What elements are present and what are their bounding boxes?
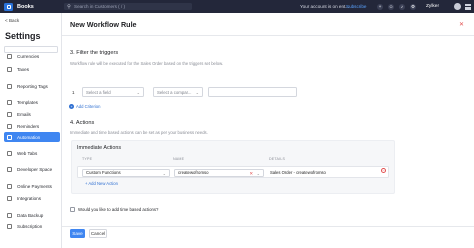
sidebar-item-label: Taxes [17, 66, 29, 72]
sidebar-item-online-payments[interactable]: Online Payments [4, 181, 60, 191]
sidebar-item-label: Web Tabs [17, 150, 38, 156]
reminder-icon [7, 123, 12, 129]
triggers-heading: 3. Filter the triggers [70, 50, 119, 56]
action-row: Custom Functions ⌄ createwofromso ✕ ⌄ Sa… [77, 166, 389, 178]
action-name-value: createwofromso [178, 170, 209, 175]
apps-grid-icon[interactable] [465, 3, 471, 10]
action-type-value: Custom Functions [86, 170, 121, 175]
sidebar-item-label: Reminders [17, 123, 40, 129]
sidebar-item-emails[interactable]: Emails [4, 109, 60, 119]
time-based-checkbox[interactable] [70, 207, 75, 212]
column-header-type: TYPE [82, 157, 93, 161]
sidebar-item-reporting-tags[interactable]: Reporting Tags [4, 81, 60, 91]
sidebar-item-data-backup[interactable]: Data Backup [4, 210, 60, 220]
chevron-down-icon: ⌄ [136, 90, 140, 95]
action-details: Sales Order - createwofromso [270, 170, 326, 175]
sidebar-item-label: Currencies [17, 53, 40, 59]
sidebar-item-label: Templates [17, 99, 38, 105]
integration-icon [7, 195, 12, 201]
sidebar-item-label: Emails [17, 111, 31, 117]
triggers-description: Workflow rule will be executed for the S… [70, 61, 224, 66]
divider [62, 35, 474, 36]
cancel-button[interactable]: Cancel [89, 229, 107, 238]
comparator-select[interactable]: Select a compar... ⌄ [153, 87, 203, 97]
actions-heading: 4. Actions [70, 120, 95, 126]
search-placeholder: Search in Customers ( / ) [74, 4, 126, 9]
workflow-editor: New Workflow Rule ✕ 3. Filter the trigge… [62, 13, 474, 248]
gear-icon[interactable]: ⚙ [410, 3, 416, 10]
add-criterion-button[interactable]: + Add Criterion [69, 104, 100, 109]
sidebar-item-label: Automation [17, 134, 41, 140]
sidebar-item-web-tabs[interactable]: Web Tabs [4, 148, 60, 158]
sidebar-item-label: Subscription [17, 223, 43, 229]
backup-icon [7, 212, 12, 218]
sidebar-item-label: Data Backup [17, 212, 44, 218]
sidebar-item-currencies[interactable]: Currencies [4, 51, 60, 61]
sidebar-item-label: Developer Space [17, 166, 53, 172]
plus-circle-icon: + [69, 104, 74, 109]
subscription-icon [7, 223, 12, 229]
tag-icon [7, 83, 12, 89]
comparator-select-placeholder: Select a compar... [157, 89, 192, 95]
field-select-placeholder: Select a field [86, 89, 111, 95]
field-select[interactable]: Select a field ⌄ [82, 87, 144, 97]
sidebar-item-taxes[interactable]: Taxes [4, 64, 60, 74]
sidebar-item-subscription[interactable]: Subscription [4, 221, 60, 231]
currency-icon [7, 53, 12, 59]
criterion-value-input[interactable] [208, 87, 297, 97]
avatar[interactable] [454, 3, 461, 10]
time-based-actions-option[interactable]: Would you like to add time based actions… [70, 207, 158, 212]
people-icon[interactable]: ☺ [388, 3, 394, 10]
criterion-number: 1 [72, 90, 75, 95]
chevron-down-icon: ⌄ [162, 171, 166, 176]
app-name: Books [17, 3, 34, 10]
sidebar-item-label: Reporting Tags [17, 83, 48, 89]
add-new-action-button[interactable]: + Add New Action [85, 181, 118, 186]
add-criterion-label: Add Criterion [76, 104, 101, 109]
column-header-details: DETAILS [269, 157, 286, 161]
close-icon[interactable]: ✕ [459, 21, 464, 28]
divider [62, 226, 474, 227]
books-logo-icon[interactable] [4, 2, 13, 11]
immediate-actions-title: Immediate Actions [77, 145, 122, 151]
payment-icon [7, 183, 12, 189]
code-icon [7, 166, 12, 172]
sidebar-item-developer-space[interactable]: Developer Space [4, 164, 60, 174]
action-type-select[interactable]: Custom Functions ⌄ [82, 168, 170, 177]
sidebar-item-reminders[interactable]: Reminders [4, 121, 60, 131]
chevron-down-icon: ⌄ [195, 90, 199, 95]
global-search-input[interactable]: ⚲ Search in Customers ( / ) [64, 3, 192, 10]
sidebar-item-integrations[interactable]: Integrations [4, 193, 60, 203]
add-icon[interactable]: + [377, 3, 383, 10]
save-button[interactable]: Save [70, 229, 85, 238]
search-icon: ⚲ [67, 3, 71, 10]
time-based-label: Would you like to add time based actions… [78, 207, 159, 212]
action-name-select[interactable]: createwofromso ✕ ⌄ [174, 168, 264, 177]
automation-icon [7, 134, 12, 140]
settings-sidebar: < Back Settings Currencies Taxes Reporti… [0, 13, 62, 248]
chevron-down-icon: ⌄ [256, 171, 260, 176]
clear-icon[interactable]: ✕ [249, 171, 253, 177]
actions-description: Immediate and time based actions can be … [70, 130, 208, 135]
subscribe-link[interactable]: Subscribe [346, 4, 366, 9]
trial-notice: Your account is on ent... [300, 4, 350, 9]
sidebar-item-templates[interactable]: Templates [4, 97, 60, 107]
page-title: New Workflow Rule [70, 20, 137, 29]
mail-icon [7, 111, 12, 117]
immediate-actions-panel: Immediate Actions TYPE NAME DETAILS Cust… [71, 140, 395, 194]
web-tab-icon [7, 150, 12, 156]
bell-icon[interactable]: ♪ [399, 3, 405, 10]
tax-icon [7, 66, 12, 72]
sidebar-item-label: Integrations [17, 195, 42, 201]
remove-action-icon[interactable]: − [381, 168, 386, 173]
column-header-name: NAME [173, 157, 185, 161]
back-link[interactable]: < Back [5, 18, 19, 23]
template-icon [7, 99, 12, 105]
org-name[interactable]: Zylker [426, 4, 439, 9]
sidebar-item-label: Online Payments [17, 183, 52, 189]
top-bar: Books ⚲ Search in Customers ( / ) Your a… [0, 0, 474, 13]
sidebar-item-automation[interactable]: Automation [4, 132, 60, 142]
settings-title: Settings [5, 31, 41, 41]
